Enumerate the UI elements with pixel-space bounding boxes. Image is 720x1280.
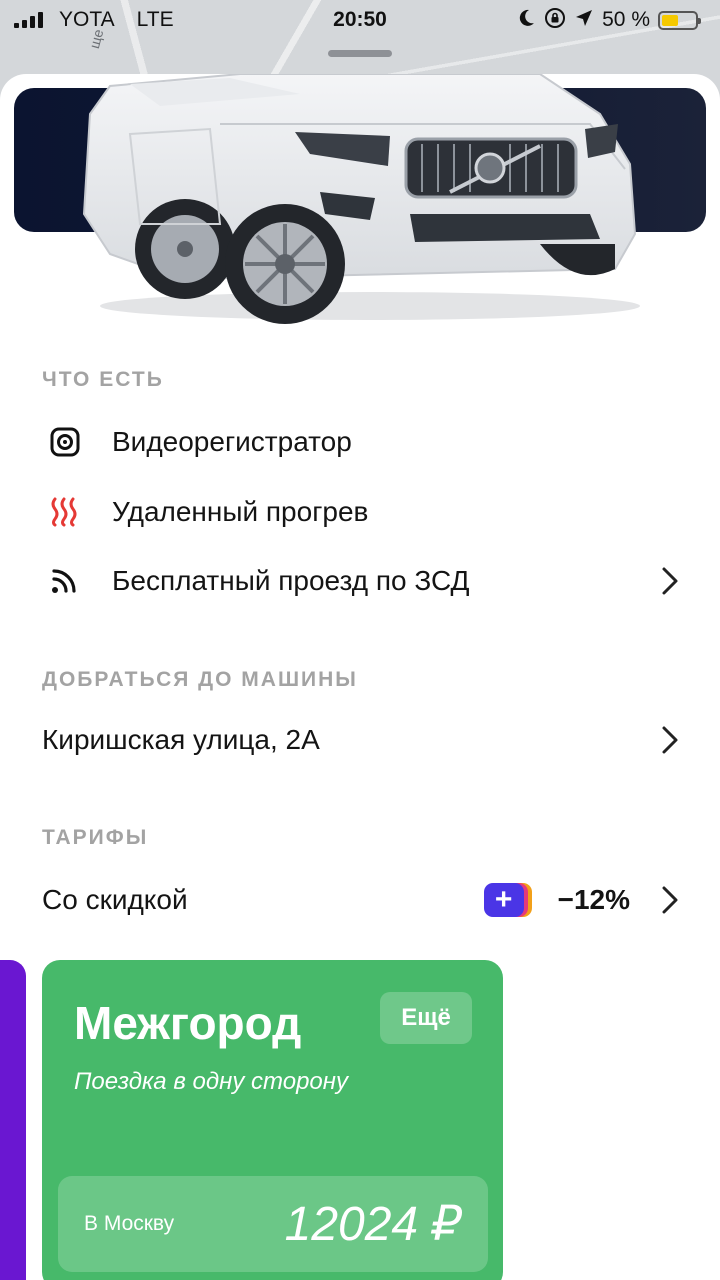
carrier-name: YOTA bbox=[59, 8, 115, 31]
tariff-card-title: Межгород bbox=[74, 997, 302, 1049]
feature-free-zsd[interactable]: Бесплатный проезд по ЗСД bbox=[0, 551, 720, 611]
feature-label: Бесплатный проезд по ЗСД bbox=[112, 565, 470, 596]
battery-icon bbox=[658, 10, 701, 30]
chevron-right-icon bbox=[660, 566, 680, 596]
tariff-price: 12024 ₽ bbox=[284, 1198, 462, 1251]
network-type: LTE bbox=[136, 8, 174, 31]
tariff-price-box[interactable]: В Москву 12024 ₽ bbox=[58, 1176, 488, 1272]
heating-icon bbox=[50, 497, 96, 527]
discount-value: −12% bbox=[557, 884, 630, 915]
more-button[interactable]: Ещё bbox=[380, 992, 472, 1044]
feature-label: Удаленный прогрев bbox=[112, 496, 369, 527]
transponder-icon bbox=[50, 566, 96, 596]
features-section-title: ЧТО ЕСТЬ bbox=[42, 368, 164, 391]
battery-level bbox=[662, 14, 678, 26]
get-to-car-section-title: ДОБРАТЬСЯ ДО МАШИНЫ bbox=[42, 668, 358, 691]
battery-percent: 50 % bbox=[602, 8, 650, 31]
chevron-right-icon bbox=[660, 885, 680, 915]
car-image bbox=[82, 74, 640, 324]
intercity-tariff-card[interactable]: Межгород Ещё Поездка в одну сторону В Мо… bbox=[42, 960, 503, 1280]
signal-icon bbox=[14, 12, 43, 28]
feature-label: Видеорегистратор bbox=[112, 426, 352, 457]
car-address-row[interactable]: Киришская улица, 2А bbox=[0, 710, 720, 770]
tariff-destination: В Москву bbox=[84, 1212, 175, 1235]
tariff-card-subtitle: Поездка в одну сторону bbox=[74, 1068, 348, 1095]
car-details-sheet: ЧТО ЕСТЬ Видеорегистратор Удаленный прог… bbox=[0, 74, 720, 1280]
yandex-plus-icon: + bbox=[483, 883, 532, 917]
dashcam-icon bbox=[50, 427, 96, 457]
feature-dashcam: Видеорегистратор bbox=[0, 412, 720, 472]
rotation-lock-icon bbox=[544, 7, 566, 33]
moon-icon bbox=[516, 8, 536, 32]
chevron-right-icon bbox=[660, 725, 680, 755]
sheet-grabber-handle[interactable] bbox=[328, 50, 392, 57]
feature-remote-heating: Удаленный прогрев bbox=[0, 482, 720, 542]
location-arrow-icon bbox=[574, 8, 594, 32]
previous-tariff-card[interactable] bbox=[0, 960, 26, 1280]
discount-tariff-label: Со скидкой bbox=[42, 884, 188, 915]
tariffs-section-title: ТАРИФЫ bbox=[42, 826, 149, 849]
discount-tariff-row[interactable]: Со скидкой + −12% bbox=[0, 870, 720, 930]
status-bar: YOTA LTE 20:50 50 % bbox=[0, 0, 720, 40]
car-address: Киришская улица, 2А bbox=[42, 724, 320, 755]
